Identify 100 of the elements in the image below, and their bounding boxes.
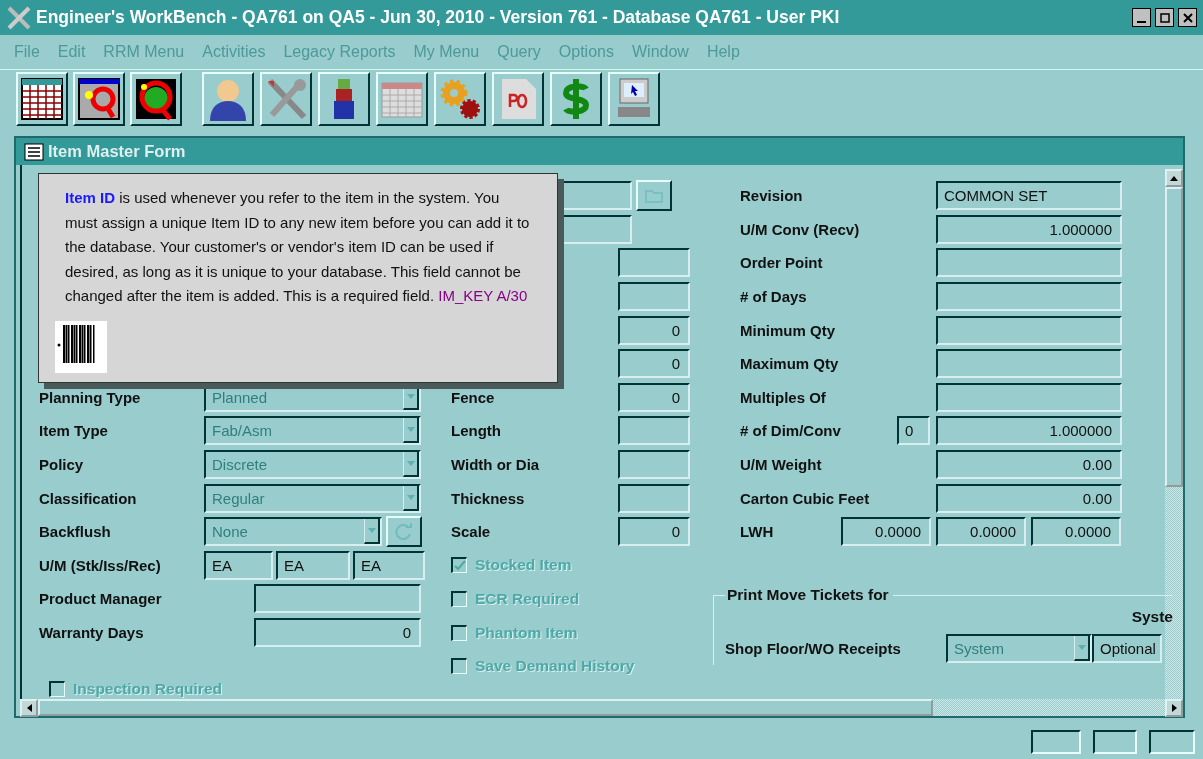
close-icon (1182, 12, 1193, 23)
input-field[interactable] (254, 584, 421, 614)
field-label: Minimum Qty (740, 321, 836, 339)
window-title: Engineer's WorkBench - QA761 on QA5 - Jun 30, 2010 - Version 761 - Database QA761 - User PKI (36, 7, 841, 28)
field-label: U/M Conv (Recv) (740, 220, 861, 238)
column-header: Syste (1131, 607, 1173, 627)
status-panel (1149, 730, 1195, 754)
field-label: Policy (39, 456, 85, 474)
checkbox-label: Inspection Required (73, 680, 222, 699)
input-field[interactable] (618, 450, 690, 480)
field-label: Length (451, 422, 502, 440)
input-field[interactable]: 0.0000 (841, 517, 931, 547)
field-label: Shop Floor/WO Receipts (725, 639, 902, 657)
input-field[interactable]: 0.0000 (1031, 517, 1121, 547)
restore-button[interactable] (1155, 8, 1174, 27)
checkbox-label: ECR Required (475, 589, 580, 608)
caret-icon (406, 494, 415, 500)
input-field[interactable]: 0 (618, 382, 690, 412)
input-field[interactable]: EA (204, 550, 273, 580)
field-label: Revision (740, 187, 804, 205)
close-button[interactable] (1178, 8, 1197, 27)
checkbox-label: Phantom Item (475, 623, 578, 642)
input-field[interactable] (936, 282, 1122, 312)
toolbar-button[interactable] (202, 72, 254, 126)
refresh-button[interactable] (386, 516, 422, 548)
checkbox-label: Save Demand History (475, 657, 635, 676)
field-label: Thickness (451, 489, 526, 507)
refresh-icon (394, 522, 414, 541)
field-label: Scale (451, 523, 492, 541)
field-label: # of Days (740, 288, 808, 306)
caret-icon (406, 461, 415, 467)
left-arrow-icon (26, 704, 32, 712)
toolbar-button[interactable] (260, 72, 312, 126)
input-field[interactable]: COMMON SET (936, 181, 1122, 211)
form-icon (24, 142, 44, 161)
input-field[interactable]: 0 (618, 517, 690, 547)
input-field[interactable] (936, 382, 1122, 412)
field-label: Item Type (39, 422, 109, 440)
table-icon (20, 77, 64, 121)
toolbar-button[interactable] (492, 72, 544, 126)
field-label: U/M (Stk/Iss/Rec) (39, 556, 162, 574)
input-field[interactable]: 0.0000 (936, 517, 1026, 547)
field-label: Maximum Qty (740, 355, 840, 373)
caret-icon (406, 393, 415, 399)
input-field[interactable] (618, 483, 690, 513)
input-field[interactable]: 0.00 (936, 450, 1122, 480)
input-field[interactable]: 0.00 (936, 483, 1122, 513)
field-label: Warranty Days (39, 624, 145, 642)
tools-icon (6, 4, 32, 31)
horizontal-scrollbar[interactable] (20, 699, 1183, 716)
up-arrow-icon (1170, 175, 1178, 181)
status-panel (1031, 730, 1081, 754)
field-label: U/M Weight (740, 456, 823, 474)
field-label: Multiples Of (740, 388, 827, 406)
input-field[interactable]: 0 (254, 618, 421, 648)
input-field[interactable] (618, 416, 690, 446)
field-label: Classification (39, 489, 138, 507)
status-panel (1093, 730, 1137, 754)
field-label: Planning Type (39, 388, 142, 406)
field-label: # of Dim/Conv (740, 422, 842, 440)
caret-icon (406, 427, 415, 433)
input-field[interactable] (936, 315, 1122, 345)
input-field[interactable]: 0 (618, 315, 690, 345)
input-field[interactable] (618, 282, 690, 312)
query-grid-icon (77, 77, 121, 121)
caret-icon (1077, 644, 1086, 650)
maximize-icon (1159, 12, 1170, 23)
toolbar-button[interactable] (376, 72, 428, 126)
minimize-icon (1137, 21, 1146, 23)
input-field[interactable]: 1.000000 (936, 214, 1122, 244)
tooltip-text: Item ID is used whenever you refer to the item in the system. You must assign a unique Item ID to any new item before you can add it to the database. Your customer's or vendor's item ID can be used if desired, as long as it is unique to your database. This field cannot be changed after the item is added. This is a required field. IM_KEY A/30 (65, 188, 531, 306)
folder-icon (645, 188, 663, 203)
query-globe-icon (134, 77, 178, 121)
toolbar-button[interactable] (434, 72, 486, 126)
input-field[interactable] (936, 349, 1122, 379)
field-label: Fence (451, 388, 496, 406)
lookup-button[interactable] (636, 180, 672, 212)
minimize-button[interactable] (1132, 8, 1151, 27)
toolbar-button[interactable] (550, 72, 602, 126)
caret-icon (367, 528, 376, 534)
right-arrow-icon (1171, 704, 1177, 712)
toolbar-button[interactable] (16, 72, 68, 126)
gears-icon (438, 77, 482, 121)
toolbar-button[interactable] (608, 72, 660, 126)
field-label: Carton Cubic Feet (740, 489, 871, 507)
barcode-icon (55, 320, 107, 373)
input-field[interactable]: EA (353, 550, 425, 580)
input-field[interactable]: 0 (897, 416, 930, 446)
input-field[interactable] (618, 248, 690, 278)
toolbar-button[interactable] (73, 72, 125, 126)
form-title: Item Master Form (48, 142, 186, 161)
field-label: Product Manager (39, 590, 163, 608)
input-field[interactable]: 1.000000 (936, 416, 1122, 446)
toolbar-button[interactable] (318, 72, 370, 126)
input-field[interactable]: EA (276, 550, 350, 580)
toolbar-button[interactable] (130, 72, 182, 126)
input-field[interactable]: 0 (618, 349, 690, 379)
input-field[interactable] (936, 248, 1122, 278)
field-label: Backflush (39, 523, 112, 541)
checkbox-label: Stocked Item (475, 556, 572, 575)
